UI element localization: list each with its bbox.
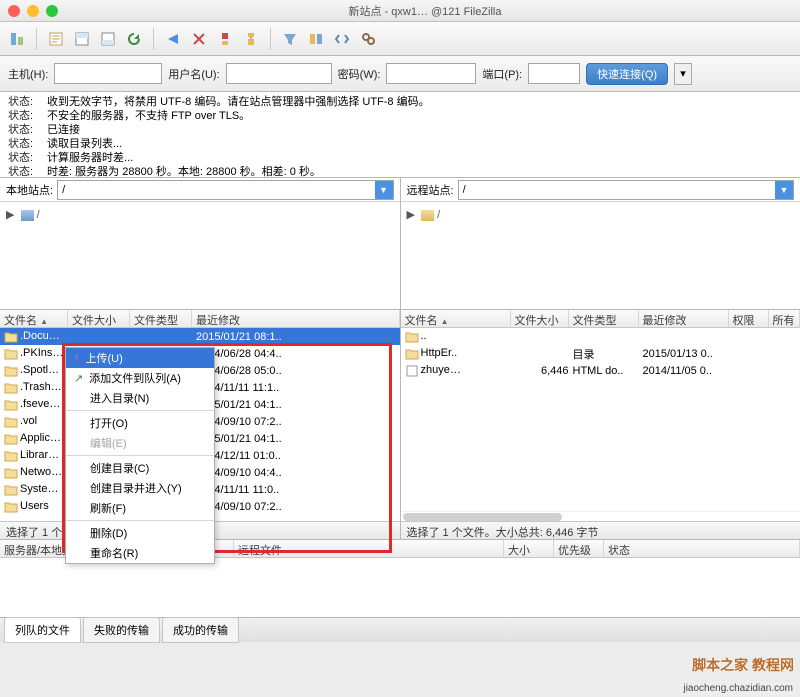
toolbar: [0, 22, 800, 56]
cancel-icon[interactable]: [188, 28, 210, 50]
disconnect-icon[interactable]: [214, 28, 236, 50]
qcol-size[interactable]: 大小: [504, 540, 554, 557]
remote-status: 选择了 1 个文件。大小总共: 6,446 字节: [401, 521, 800, 539]
ctx-rename[interactable]: 重命名(R): [66, 543, 214, 563]
footer-url: jiaocheng.chazidian.com: [680, 682, 796, 695]
toggle-queue-icon[interactable]: [97, 28, 119, 50]
maximize-icon[interactable]: [46, 5, 58, 17]
remote-path-input[interactable]: [459, 181, 793, 199]
col-size[interactable]: 文件大小: [68, 310, 130, 327]
remote-file-pane: 文件名 ▲ 文件大小 文件类型 最近修改 权限 所有 ..HttpEr..目录2…: [401, 310, 800, 539]
remote-tree-pane: 远程站点: ▼ ▶ /: [401, 178, 800, 309]
ctx-mkdir-enter[interactable]: 创建目录并进入(Y): [66, 478, 214, 498]
toggle-log-icon[interactable]: [45, 28, 67, 50]
filter-icon[interactable]: [279, 28, 301, 50]
compare-icon[interactable]: [305, 28, 327, 50]
host-input[interactable]: [54, 63, 162, 84]
watermark: 脚本之家 教程网: [692, 655, 794, 675]
table-row[interactable]: zhuye…6,446HTML do..2014/11/05 0..: [401, 362, 800, 379]
chevron-down-icon[interactable]: ▼: [775, 181, 793, 199]
local-site-label: 本地站点:: [6, 182, 53, 198]
add-queue-icon: ↗: [74, 372, 83, 385]
chevron-down-icon[interactable]: ▼: [375, 181, 393, 199]
user-label: 用户名(U):: [168, 66, 219, 82]
close-icon[interactable]: [8, 5, 20, 17]
scrollbar[interactable]: [403, 513, 563, 521]
search-icon[interactable]: [357, 28, 379, 50]
quickconnect-button[interactable]: 快速连接(Q): [586, 63, 668, 85]
log-panel: 状态: 收到无效字节，将禁用 UTF-8 编码。请在站点管理器中强制选择 UTF…: [0, 92, 800, 178]
table-row[interactable]: .Docu…2015/01/21 08:1..: [0, 328, 400, 345]
tab-failed[interactable]: 失败的传输: [83, 617, 160, 643]
local-path-input[interactable]: [58, 181, 392, 199]
col-perm[interactable]: 权限: [729, 310, 769, 327]
table-row[interactable]: HttpEr..目录2015/01/13 0..: [401, 345, 800, 362]
upload-arrow-icon: ↑: [74, 352, 80, 364]
process-queue-icon[interactable]: [162, 28, 184, 50]
minimize-icon[interactable]: [27, 5, 39, 17]
traffic-lights: [8, 5, 58, 17]
port-input[interactable]: [528, 63, 580, 84]
col-mtime[interactable]: 最近修改: [192, 310, 400, 327]
ctx-edit: 编辑(E): [66, 433, 214, 453]
sync-browsing-icon[interactable]: [331, 28, 353, 50]
qcol-remote[interactable]: 远程文件: [234, 540, 504, 557]
pass-input[interactable]: [386, 63, 476, 84]
local-tree-pane: 本地站点: ▼ ▶ /: [0, 178, 400, 309]
col-mtime[interactable]: 最近修改: [639, 310, 729, 327]
col-own[interactable]: 所有: [769, 310, 800, 327]
col-name[interactable]: 文件名 ▲: [401, 310, 511, 327]
remote-site-label: 远程站点:: [407, 182, 454, 198]
col-name[interactable]: 文件名 ▲: [0, 310, 68, 327]
qcol-pri[interactable]: 优先级: [554, 540, 604, 557]
ctx-mkdir[interactable]: 创建目录(C): [66, 458, 214, 478]
port-label: 端口(P):: [482, 66, 522, 82]
col-type[interactable]: 文件类型: [569, 310, 639, 327]
quickconnect-dropdown[interactable]: ▾: [674, 63, 692, 85]
host-label: 主机(H):: [8, 66, 48, 82]
context-menu: ↑上传(U) ↗添加文件到队列(A) 进入目录(N) 打开(O) 编辑(E) 创…: [65, 347, 215, 564]
titlebar: 新站点 - qxw1… @121 FileZilla: [0, 0, 800, 22]
quickconnect-bar: 主机(H): 用户名(U): 密码(W): 端口(P): 快速连接(Q) ▾: [0, 56, 800, 92]
table-row[interactable]: ..: [401, 328, 800, 345]
reconnect-icon[interactable]: [240, 28, 262, 50]
ctx-upload[interactable]: ↑上传(U): [66, 348, 214, 368]
local-tree[interactable]: ▶ /: [0, 202, 400, 309]
ctx-open[interactable]: 打开(O): [66, 413, 214, 433]
ctx-delete[interactable]: 删除(D): [66, 523, 214, 543]
pass-label: 密码(W):: [338, 66, 381, 82]
tree-split: 本地站点: ▼ ▶ / 远程站点: ▼ ▶ /: [0, 178, 800, 310]
user-input[interactable]: [226, 63, 332, 84]
refresh-icon[interactable]: [123, 28, 145, 50]
col-type[interactable]: 文件类型: [130, 310, 192, 327]
ctx-enter[interactable]: 进入目录(N): [66, 388, 214, 408]
window-title: 新站点 - qxw1… @121 FileZilla: [58, 3, 792, 19]
site-manager-icon[interactable]: [6, 28, 28, 50]
queue-tabs: 列队的文件 失败的传输 成功的传输: [0, 618, 800, 642]
tab-queue[interactable]: 列队的文件: [4, 617, 81, 643]
ctx-add-queue[interactable]: ↗添加文件到队列(A): [66, 368, 214, 388]
tab-success[interactable]: 成功的传输: [162, 617, 239, 643]
remote-tree[interactable]: ▶ /: [401, 202, 800, 309]
ctx-refresh[interactable]: 刷新(F): [66, 498, 214, 518]
toggle-tree-icon[interactable]: [71, 28, 93, 50]
qcol-stat[interactable]: 状态: [604, 540, 800, 557]
col-size[interactable]: 文件大小: [511, 310, 569, 327]
remote-file-list[interactable]: ..HttpEr..目录2015/01/13 0..zhuye…6,446HTM…: [401, 328, 800, 511]
